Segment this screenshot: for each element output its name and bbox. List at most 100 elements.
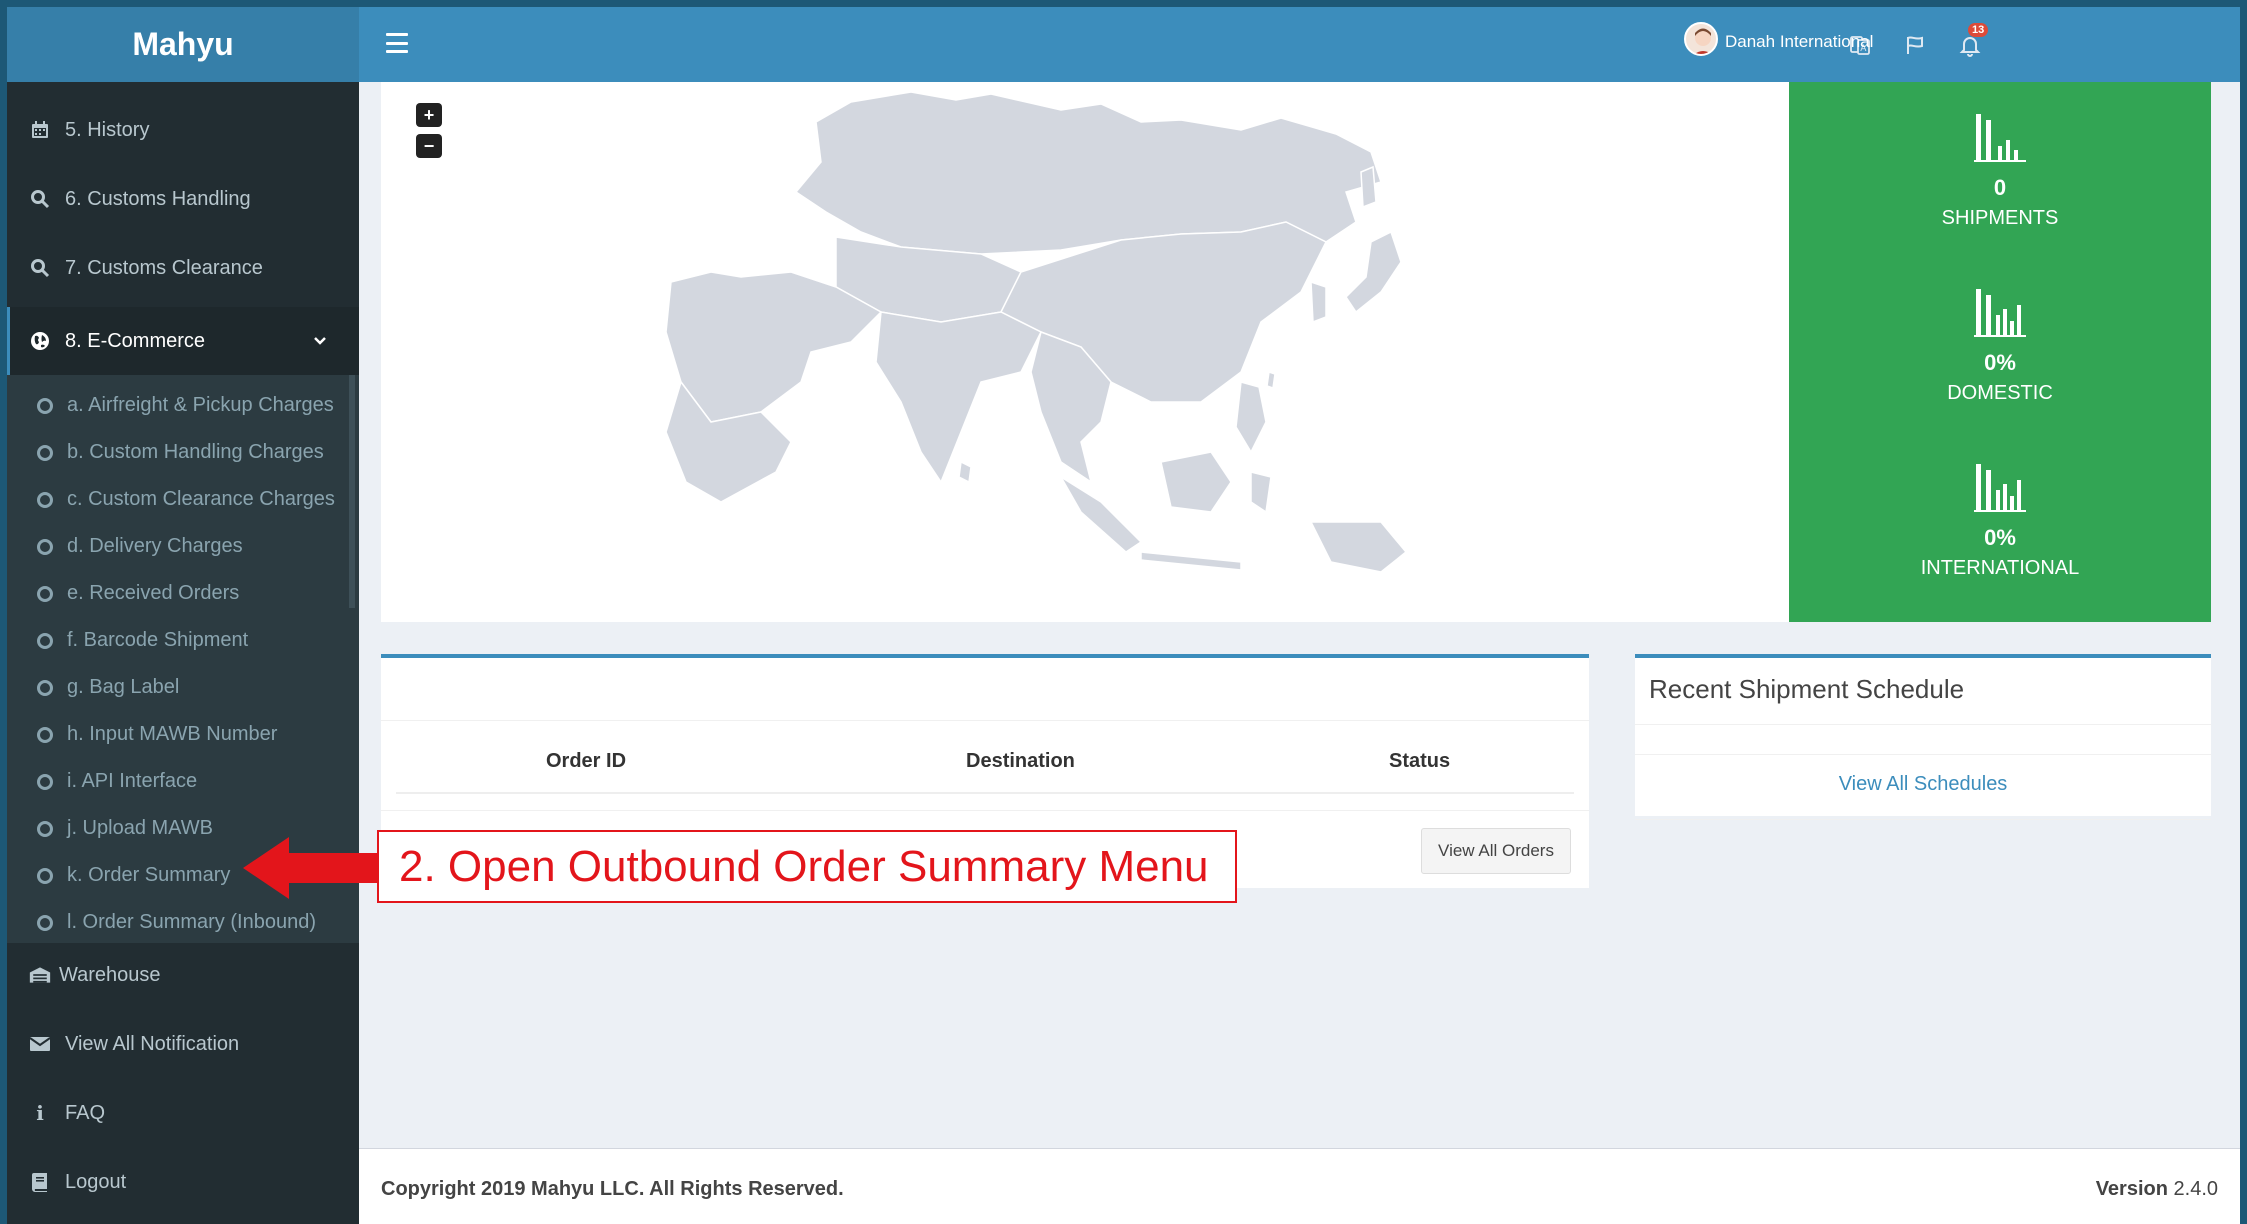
search-icon (29, 188, 51, 210)
sidebar-item-history[interactable]: 5. History (7, 100, 359, 160)
stat-label: SHIPMENTS (1941, 207, 2059, 229)
copyright-text: Copyright 2019 Mahyu LLC. All Rights Res… (381, 1178, 844, 1200)
map-region-new-guinea (1309, 521, 1408, 573)
circle-icon (37, 444, 53, 461)
circle-icon (37, 585, 53, 602)
view-all-orders-button[interactable]: View All Orders (1421, 828, 1571, 874)
bell-icon[interactable]: 13 (1954, 23, 1989, 61)
info-icon: i (36, 1101, 44, 1125)
stat-label: INTERNATIONAL (1920, 557, 2080, 579)
chevron-down-icon (313, 329, 327, 352)
submenu-item-label: k. Order Summary (67, 864, 231, 886)
sidebar-item-label: Warehouse (59, 963, 161, 986)
zoom-out-button[interactable]: − (416, 134, 442, 158)
annotation-arrow-icon (243, 837, 389, 899)
submenu-item-label: j. Upload MAWB (67, 817, 213, 839)
sidebar-item-label: View All Notification (65, 1032, 240, 1055)
book-icon (29, 1171, 51, 1193)
sidebar-item-label: FAQ (65, 1101, 106, 1124)
stat-value: 0% (1984, 350, 2016, 375)
circle-icon (37, 679, 53, 696)
submenu-item-airfreight[interactable]: a. Airfreight & Pickup Charges (7, 382, 359, 429)
avatar[interactable] (1684, 22, 1718, 56)
submenu-item-bag-label[interactable]: g. Bag Label (7, 664, 359, 711)
map-region-middle-east (665, 271, 883, 423)
map-region-india (875, 311, 1043, 484)
sidebar-item-customs-handling[interactable]: 6. Customs Handling (7, 169, 359, 229)
sidebar-item-label: 5. History (65, 118, 150, 141)
submenu-item-custom-handling[interactable]: b. Custom Handling Charges (7, 429, 359, 476)
bar-chart-icon (1974, 289, 2026, 337)
version-label: Version (2095, 1178, 2168, 1200)
stat-label: DOMESTIC (1947, 382, 2053, 404)
submenu-item-label: g. Bag Label (67, 676, 180, 698)
submenu-item-barcode-shipment[interactable]: f. Barcode Shipment (7, 617, 359, 664)
flag-icon[interactable] (1899, 29, 1931, 61)
annotation-text: 2. Open Outbound Order Summary Menu (399, 841, 1209, 891)
asia-map[interactable]: + − (381, 82, 1789, 622)
column-destination[interactable]: Destination (966, 750, 1075, 773)
submenu-item-label: i. API Interface (67, 770, 198, 792)
map-region-japan (1345, 230, 1402, 314)
schedule-title: Recent Shipment Schedule (1649, 674, 1965, 704)
annotation-callout: 2. Open Outbound Order Summary Menu (377, 830, 1237, 903)
sidebar-item-warehouse[interactable]: Warehouse (7, 945, 359, 1005)
zoom-out-label: − (423, 135, 435, 156)
submenu-item-label: a. Airfreight & Pickup Charges (67, 394, 334, 416)
version-number: 2.4.0 (2173, 1178, 2218, 1200)
circle-icon (37, 632, 53, 649)
sidebar-item-customs-clearance[interactable]: 7. Customs Clearance (7, 238, 359, 298)
sidebar-item-label: 8. E-Commerce (65, 329, 206, 352)
calendar-icon (29, 119, 51, 141)
notification-badge: 13 (1968, 23, 1989, 37)
circle-icon (37, 820, 53, 837)
map-region-sri-lanka (958, 460, 972, 484)
bar-chart-icon (1974, 464, 2026, 512)
submenu-item-label: d. Delivery Charges (67, 535, 243, 557)
map-region-sakhalin (1360, 165, 1377, 209)
sidebar-item-notifications[interactable]: View All Notification (7, 1014, 359, 1074)
map-region-taiwan (1266, 371, 1276, 389)
warehouse-icon (29, 964, 51, 986)
stat-domestic: 0% DOMESTIC (1789, 287, 2211, 405)
submenu-item-custom-clearance[interactable]: c. Custom Clearance Charges (7, 476, 359, 523)
circle-icon (37, 914, 53, 931)
sidebar-scrollbar[interactable] (349, 375, 355, 608)
circle-icon (37, 726, 53, 743)
map-region-korea (1310, 280, 1327, 324)
brand-logo[interactable]: Mahyu (7, 7, 359, 82)
submenu-item-label: f. Barcode Shipment (67, 629, 249, 651)
view-all-schedules-link[interactable]: View All Schedules (1635, 773, 2211, 796)
sidebar-item-e-commerce[interactable]: 8. E-Commerce (7, 307, 359, 375)
circle-icon (37, 491, 53, 508)
circle-icon (37, 397, 53, 414)
bar-chart-icon (1974, 114, 2026, 162)
stat-shipments: 0 SHIPMENTS (1789, 112, 2211, 230)
zoom-in-button[interactable]: + (416, 103, 442, 127)
map-region-java (1140, 551, 1242, 571)
column-order-id[interactable]: Order ID (546, 750, 626, 773)
submenu-item-order-summary-inbound[interactable]: l. Order Summary (Inbound) (7, 899, 359, 946)
submenu-item-label: h. Input MAWB Number (67, 723, 278, 745)
column-status[interactable]: Status (1389, 750, 1450, 773)
brand-name: Mahyu (132, 26, 234, 62)
sidebar-item-logout[interactable]: Logout (7, 1152, 359, 1212)
submenu-item-input-mawb[interactable]: h. Input MAWB Number (7, 711, 359, 758)
app-window: Mahyu A 13 Danah International 5. Histor… (7, 7, 2240, 1224)
submenu-item-received-orders[interactable]: e. Received Orders (7, 570, 359, 617)
submenu-item-label: b. Custom Handling Charges (67, 441, 324, 463)
globe-icon (29, 330, 51, 352)
user-name[interactable]: Danah International (1725, 32, 1873, 52)
circle-icon (37, 538, 53, 555)
sidebar-item-faq[interactable]: i FAQ (7, 1083, 359, 1143)
hamburger-icon[interactable] (386, 33, 408, 53)
footer: Copyright 2019 Mahyu LLC. All Rights Res… (359, 1148, 2240, 1224)
submenu-item-delivery-charges[interactable]: d. Delivery Charges (7, 523, 359, 570)
submenu-item-label: c. Custom Clearance Charges (67, 488, 335, 510)
submenu-item-api-interface[interactable]: i. API Interface (7, 758, 359, 805)
circle-icon (37, 867, 53, 884)
sidebar: 5. History 6. Customs Handling 7. Custom… (7, 82, 359, 1224)
top-navbar: A 13 Danah International (359, 7, 2240, 82)
envelope-icon (29, 1033, 51, 1055)
sidebar-item-label: Logout (65, 1170, 127, 1193)
